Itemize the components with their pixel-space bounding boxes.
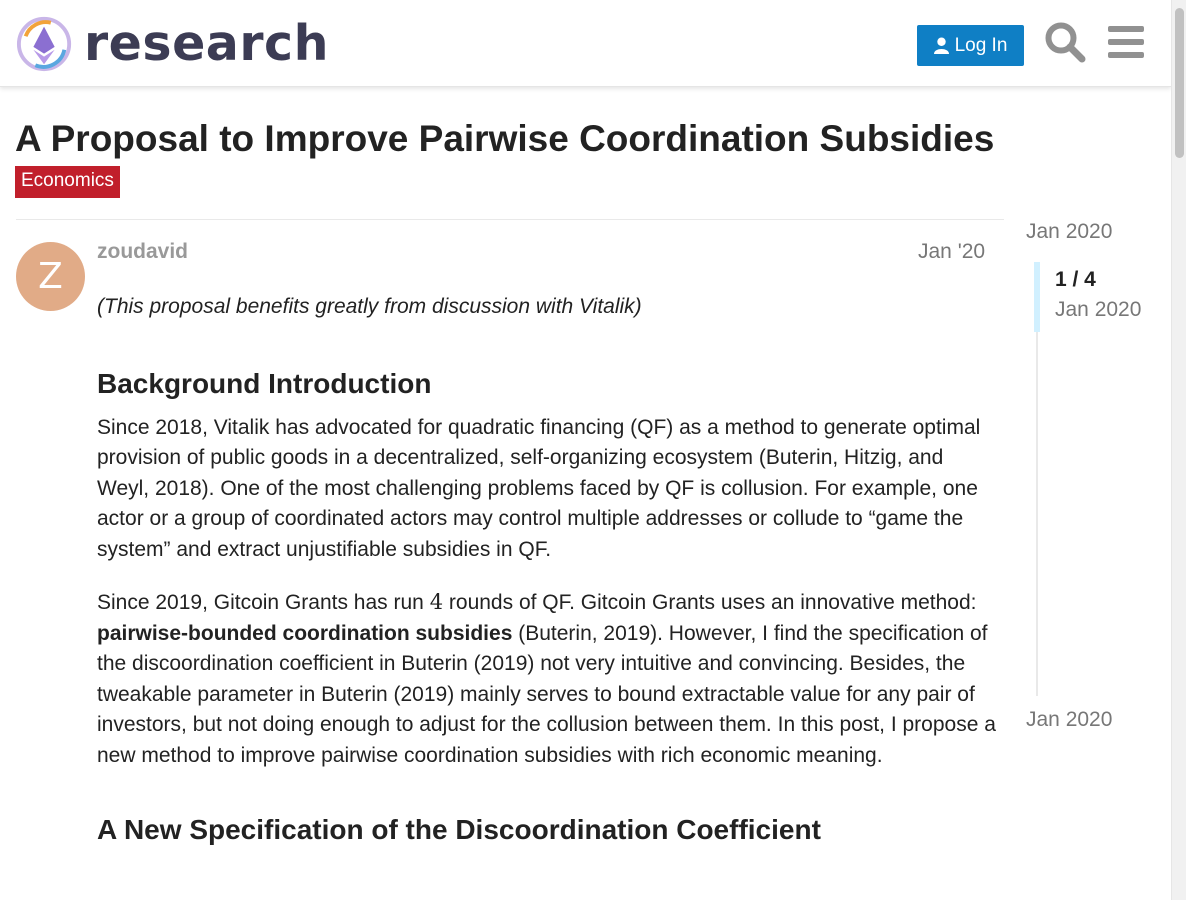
math-expression: 4: [429, 590, 444, 614]
search-icon[interactable]: [1044, 21, 1086, 63]
timeline-position: 1 / 4: [1055, 268, 1096, 291]
logo-wordmark: research: [84, 15, 329, 72]
title-divider: [16, 219, 1004, 220]
category-badge[interactable]: Economics: [15, 166, 120, 198]
site-logo[interactable]: research: [16, 14, 328, 74]
timeline-position-date: Jan 2020: [1055, 298, 1142, 321]
section-heading-new-specification: A New Specification of the Discoordinati…: [97, 814, 821, 845]
post-paragraph: Since 2018, Vitalik has advocated for qu…: [97, 415, 981, 561]
section-heading-background: Background Introduction: [97, 367, 432, 399]
post-username[interactable]: zoudavid: [97, 240, 188, 264]
timeline-handle[interactable]: [1034, 262, 1040, 332]
site-header: research Log In: [0, 0, 1171, 87]
paragraph-text: Since 2019, Gitcoin Grants has run: [97, 591, 430, 614]
scrollbar-thumb[interactable]: [1175, 8, 1184, 158]
login-button[interactable]: Log In: [917, 25, 1024, 66]
hamburger-menu-icon[interactable]: [1105, 21, 1147, 63]
post-paragraph: Since 2019, Gitcoin Grants has run 4 rou…: [97, 587, 997, 771]
user-icon: [933, 37, 949, 54]
topic-title[interactable]: A Proposal to Improve Pairwise Coordinat…: [15, 118, 994, 160]
post-body: (This proposal benefits greatly from dis…: [97, 292, 997, 859]
ethereum-research-logo-icon: [16, 16, 72, 72]
paragraph-text: rounds of QF. Gitcoin Grants uses an inn…: [443, 591, 977, 614]
login-label: Log In: [954, 34, 1008, 56]
post-intro: (This proposal benefits greatly from dis…: [97, 295, 642, 318]
avatar[interactable]: Z: [16, 242, 85, 311]
timeline-start-date[interactable]: Jan 2020: [1026, 220, 1112, 244]
post-date[interactable]: Jan '20: [918, 240, 985, 264]
timeline-end-date[interactable]: Jan 2020: [1026, 708, 1112, 732]
page-scrollbar[interactable]: [1171, 0, 1186, 900]
bold-term: pairwise-bounded coordination subsidies: [97, 621, 513, 645]
